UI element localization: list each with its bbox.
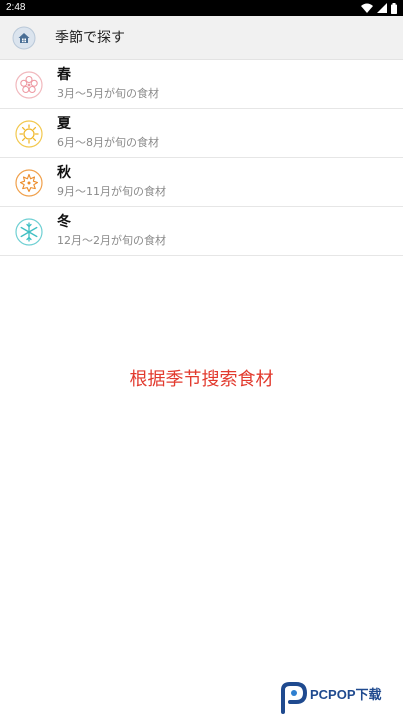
season-name: 夏 (57, 116, 71, 132)
status-time: 2:48 (6, 2, 26, 13)
season-name: 春 (57, 67, 71, 83)
season-description: 3月〜5月が旬の食材 (57, 87, 159, 100)
season-description: 6月〜8月が旬の食材 (57, 136, 159, 149)
list-item-autumn[interactable]: 秋 9月〜11月が旬の食材 (0, 158, 403, 207)
status-bar: 2:48 (0, 0, 403, 16)
season-description: 9月〜11月が旬の食材 (57, 185, 166, 198)
list-item-summer[interactable]: 夏 6月〜8月が旬の食材 (0, 109, 403, 158)
app-bar: 季節で探す (0, 16, 403, 60)
pcpop-logo-icon (281, 682, 308, 714)
season-name: 冬 (57, 214, 71, 230)
watermark: PCPOP下载 (280, 682, 398, 714)
list-item-winter[interactable]: 冬 12月〜2月が旬の食材 (0, 207, 403, 256)
sun-icon (15, 120, 43, 148)
page-title: 季節で探す (55, 30, 125, 46)
cherry-blossom-icon (15, 71, 43, 99)
signal-icon (377, 3, 387, 13)
screen: 2:48 季節で探す 春 3月〜5月が旬の食材 夏 6月〜8月が旬の食材 秋 9… (0, 0, 403, 720)
watermark-text: PCPOP下载 (310, 687, 382, 702)
snowflake-icon (15, 218, 43, 246)
maple-leaf-icon (15, 169, 43, 197)
wifi-icon (361, 3, 373, 13)
house-icon[interactable] (12, 26, 36, 50)
season-list: 春 3月〜5月が旬の食材 夏 6月〜8月が旬の食材 秋 9月〜11月が旬の食材 … (0, 60, 403, 256)
season-description: 12月〜2月が旬の食材 (57, 234, 166, 247)
battery-icon (391, 2, 397, 14)
season-name: 秋 (57, 165, 71, 181)
caption-text: 根据季节搜索食材 (129, 369, 274, 390)
status-icons (361, 2, 397, 14)
list-item-spring[interactable]: 春 3月〜5月が旬の食材 (0, 60, 403, 109)
